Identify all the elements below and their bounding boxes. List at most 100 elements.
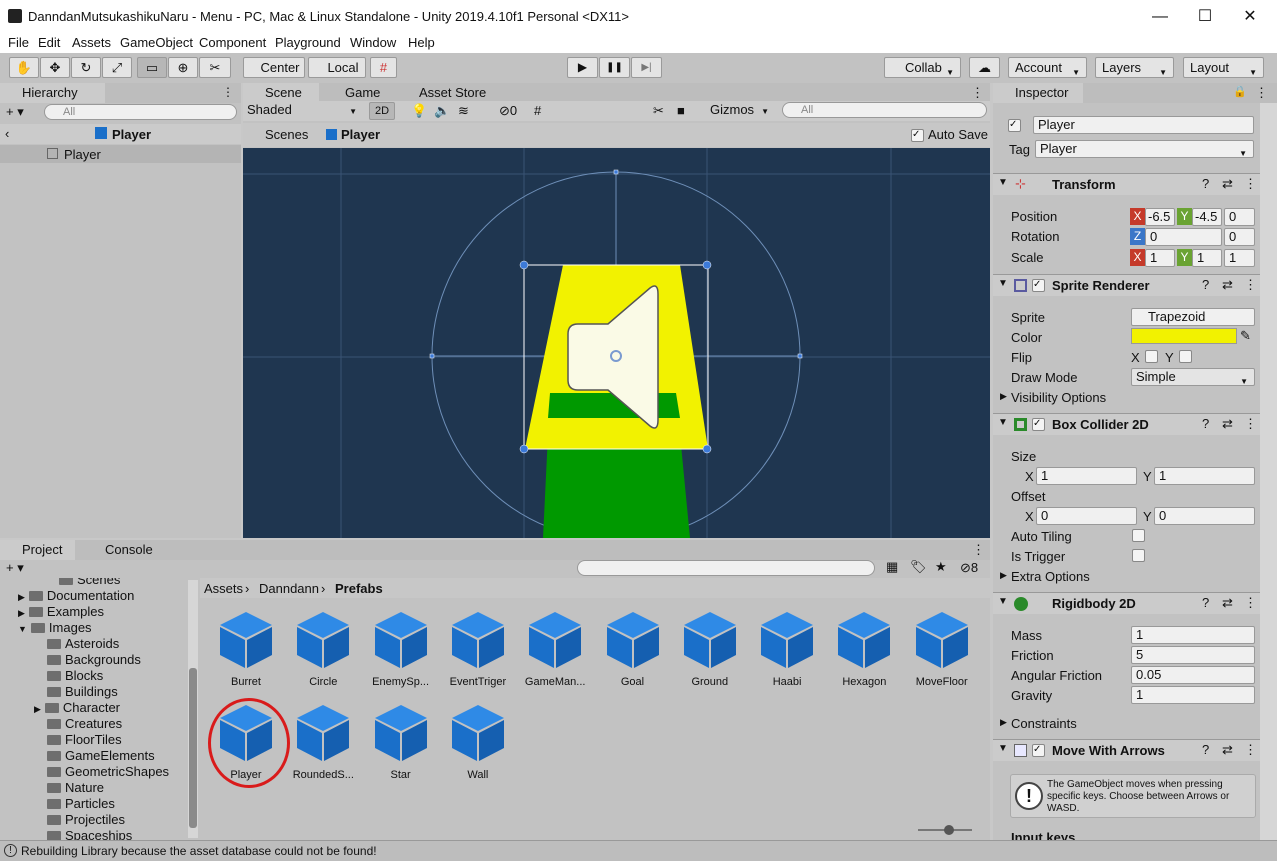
foldout-icon[interactable]: ▶ xyxy=(1000,391,1007,402)
shading-dropdown[interactable]: Shaded xyxy=(243,102,363,120)
size-x-field[interactable]: 1 xyxy=(1036,467,1137,485)
move-tool-icon[interactable]: ✥ xyxy=(40,57,70,78)
folder-item[interactable]: Backgrounds xyxy=(34,652,141,667)
offset-x-field[interactable]: 0 xyxy=(1036,507,1137,525)
minimize-button[interactable]: — xyxy=(1137,4,1183,30)
prefab-asset[interactable]: Star xyxy=(369,703,433,781)
position-x-field[interactable]: -6.5 xyxy=(1145,208,1175,226)
tab-project[interactable]: Project xyxy=(0,540,75,560)
lighting-icon[interactable]: 💡 xyxy=(411,103,427,119)
auto-save-checkbox[interactable]: ✓ xyxy=(911,129,924,142)
pivot-center-button[interactable]: Center xyxy=(243,57,305,78)
is-trigger-checkbox[interactable] xyxy=(1132,549,1145,562)
folder-item[interactable]: Nature xyxy=(34,780,104,795)
menu-gameobject[interactable]: GameObject xyxy=(120,35,193,50)
color-swatch[interactable] xyxy=(1131,328,1237,344)
hierarchy-add-button[interactable]: + ▾ xyxy=(6,104,24,120)
component-menu-icon[interactable]: ⋮ xyxy=(1244,742,1257,758)
rect-tool-icon[interactable]: ▭ xyxy=(137,57,167,78)
prefab-asset[interactable]: Circle xyxy=(291,610,355,688)
sprite-field[interactable]: Trapezoid xyxy=(1131,308,1255,326)
offset-y-field[interactable]: 0 xyxy=(1154,507,1255,525)
prefab-asset[interactable]: RoundedS... xyxy=(291,703,355,781)
mode-2d-toggle[interactable]: 2D xyxy=(369,102,395,120)
folder-item[interactable]: ▼ Images xyxy=(18,620,92,635)
component-menu-icon[interactable]: ⋮ xyxy=(1244,176,1257,192)
tools-icon[interactable]: ✂ xyxy=(653,103,664,119)
draw-mode-dropdown[interactable]: Simple xyxy=(1131,368,1255,386)
transform-header[interactable]: ▼ ⊹ Transform ? ⇄ ⋮ xyxy=(993,173,1260,195)
project-menu-icon[interactable]: ⋮ xyxy=(972,542,985,558)
collab-dropdown[interactable]: Collab xyxy=(884,57,961,82)
breadcrumb-prefabs[interactable]: Prefabs xyxy=(335,581,383,596)
friction-field[interactable]: 5 xyxy=(1131,646,1255,664)
hand-tool-icon[interactable]: ✋ xyxy=(9,57,39,78)
box-collider-enabled-checkbox[interactable]: ✓ xyxy=(1032,418,1045,431)
icon-size-slider[interactable] xyxy=(918,825,972,835)
prefab-asset[interactable]: MoveFloor xyxy=(910,610,974,688)
tag-dropdown[interactable]: Player xyxy=(1035,140,1254,158)
help-icon[interactable]: ? xyxy=(1202,595,1209,610)
extra-options-foldout[interactable]: Extra Options xyxy=(1011,569,1090,584)
foldout-icon[interactable]: ▶ xyxy=(34,704,41,714)
foldout-icon[interactable]: ▶ xyxy=(18,592,25,602)
tab-inspector[interactable]: Inspector xyxy=(993,83,1083,103)
tab-console[interactable]: Console xyxy=(83,540,163,560)
foldout-icon[interactable]: ▼ xyxy=(18,624,27,634)
prefab-asset[interactable]: Ground xyxy=(678,610,742,688)
menu-edit[interactable]: Edit xyxy=(38,35,60,50)
gizmos-dropdown[interactable]: Gizmos xyxy=(707,102,775,120)
scale-tool-icon[interactable]: ⤢ xyxy=(102,57,132,78)
menu-component[interactable]: Component xyxy=(199,35,266,50)
menu-playground[interactable]: Playground xyxy=(275,35,341,50)
folder-item[interactable]: Projectiles xyxy=(34,812,125,827)
angular-friction-field[interactable]: 0.05 xyxy=(1131,666,1255,684)
visibility-options-foldout[interactable]: Visibility Options xyxy=(1011,390,1106,405)
effects-icon[interactable]: ≋ xyxy=(458,103,469,119)
foldout-icon[interactable]: ▼ xyxy=(998,743,1008,754)
help-icon[interactable]: ? xyxy=(1202,742,1209,757)
foldout-icon[interactable]: ▼ xyxy=(998,177,1008,188)
box-collider-header[interactable]: ▼ ✓ Box Collider 2D ? ⇄ ⋮ xyxy=(993,413,1260,435)
folder-item[interactable]: Particles xyxy=(34,796,115,811)
pause-button[interactable]: ❚❚ xyxy=(599,57,630,78)
preset-icon[interactable]: ⇄ xyxy=(1222,742,1233,758)
foldout-icon[interactable]: ▶ xyxy=(1000,717,1007,728)
rotation-value-field[interactable]: 0 xyxy=(1224,228,1255,246)
cloud-icon[interactable]: ☁ xyxy=(969,57,1000,78)
sprite-renderer-header[interactable]: ▼ ✓ Sprite Renderer ? ⇄ ⋮ xyxy=(993,274,1260,296)
object-name-field[interactable]: Player xyxy=(1033,116,1254,134)
flip-y-checkbox[interactable] xyxy=(1179,350,1192,363)
sprite-renderer-enabled-checkbox[interactable]: ✓ xyxy=(1032,279,1045,292)
folder-tree-scrollbar[interactable] xyxy=(188,580,198,838)
scene-search-input[interactable]: All xyxy=(782,102,987,118)
breadcrumb-danndann[interactable]: Danndann xyxy=(259,581,319,596)
menu-window[interactable]: Window xyxy=(350,35,396,50)
folder-item[interactable]: ▶ Examples xyxy=(18,604,104,619)
foldout-icon[interactable]: ▼ xyxy=(998,417,1008,428)
folder-item[interactable]: GeometricShapes xyxy=(34,764,169,779)
component-menu-icon[interactable]: ⋮ xyxy=(1244,277,1257,293)
breadcrumb-assets[interactable]: Assets xyxy=(204,581,243,596)
prefab-asset[interactable]: Goal xyxy=(601,610,665,688)
size-y-field[interactable]: 1 xyxy=(1154,467,1255,485)
step-button[interactable]: ▶| xyxy=(631,57,662,78)
scale-y-field[interactable]: 1 xyxy=(1192,249,1222,267)
prefab-asset[interactable]: Burret xyxy=(214,610,278,688)
scene-viewport[interactable] xyxy=(243,148,990,538)
component-menu-icon[interactable]: ⋮ xyxy=(1244,416,1257,432)
preset-icon[interactable]: ⇄ xyxy=(1222,595,1233,611)
folder-item[interactable]: GameElements xyxy=(34,748,155,763)
tab-scene[interactable]: Scene xyxy=(243,83,319,103)
active-checkbox[interactable]: ✓ xyxy=(1008,119,1021,132)
scenes-breadcrumb[interactable]: Scenes xyxy=(265,127,308,142)
position-z-field[interactable]: 0 xyxy=(1224,208,1255,226)
component-menu-icon[interactable]: ⋮ xyxy=(1244,595,1257,611)
snap-grid-icon[interactable]: # xyxy=(370,57,397,78)
scrollbar-thumb[interactable] xyxy=(189,668,197,828)
hierarchy-menu-icon[interactable]: ⋮ xyxy=(222,85,234,99)
layout-dropdown[interactable]: Layout xyxy=(1183,57,1264,82)
prefab-asset[interactable]: Haabi xyxy=(755,610,819,688)
prefab-asset[interactable]: Wall xyxy=(446,703,510,781)
menu-file[interactable]: File xyxy=(8,35,29,50)
